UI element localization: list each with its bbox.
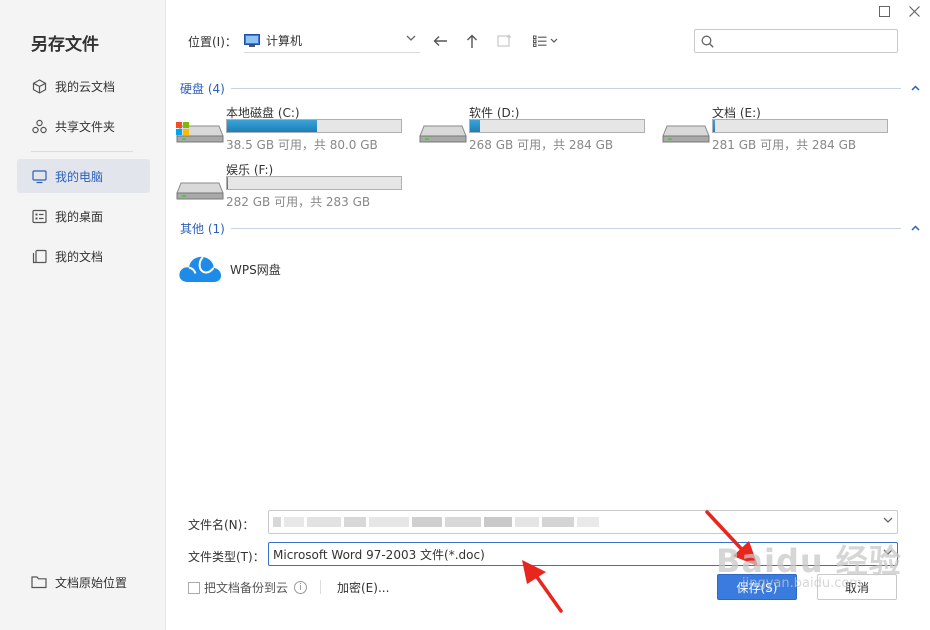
maximize-icon [878,5,890,17]
group-header-other[interactable]: 其他 (1) [180,220,921,236]
drive-usage-fill [713,120,715,132]
chevron-down-icon [406,34,416,45]
chevron-down-icon [550,38,557,43]
hard-drive-icon [419,125,467,143]
filetype-value: Microsoft Word 97-2003 文件(*.doc) [273,547,485,562]
original-location-label: 文档原始位置 [55,576,128,590]
back-button[interactable] [430,31,450,51]
drive-item[interactable]: 本地磁盘 (C:) 38.5 GB 可用，共 80.0 GB [176,104,416,154]
documents-icon [31,248,47,264]
sidebar-item-label: 我的文档 [55,249,104,264]
group-divider [230,227,901,229]
drive-item[interactable]: 娱乐 (F:) 282 GB 可用，共 283 GB [176,161,416,211]
cloud-doc-icon [31,78,47,94]
sidebar-item-label: 我的云文档 [55,79,116,94]
wps-cloud-icon [179,256,222,282]
baidu-watermark: Baidu 经验 jingyan.baidu.com [716,542,902,591]
sidebar-item-shared-folder[interactable]: 共享文件夹 [17,109,150,143]
drive-item[interactable]: 文档 (E:) 281 GB 可用，共 284 GB [662,104,902,154]
desktop-icon [31,208,47,224]
location-dropdown[interactable]: 计算机 [244,29,420,53]
view-mode-button[interactable] [530,31,560,51]
search-icon [701,35,714,48]
backup-to-cloud-option[interactable]: 把文档备份到云 i [188,579,308,596]
share-folder-icon [31,118,47,134]
wps-cloud-label: WPS网盘 [230,262,281,277]
close-button[interactable] [904,2,924,20]
group-label: 硬盘 (4) [180,81,225,96]
maximize-button[interactable] [874,2,894,20]
hard-drive-icon [176,182,224,200]
filetype-label: 文件类型(T)： [188,550,265,564]
search-box[interactable] [694,29,898,53]
new-folder-icon [496,34,511,47]
drive-item[interactable]: 软件 (D:) 268 GB 可用，共 284 GB [419,104,659,154]
sidebar-item-label: 我的桌面 [55,209,104,224]
original-location-link[interactable]: 文档原始位置 [31,574,127,591]
filename-field[interactable] [268,510,898,534]
dialog-title: 另存文件 [31,35,99,55]
drive-usage-bar [226,176,402,190]
sidebar-item-my-computer[interactable]: 我的电脑 [17,159,150,193]
hard-drive-icon [662,125,710,143]
sidebar-item-label: 共享文件夹 [55,119,116,134]
drive-usage-bar [712,119,888,133]
arrow-up-icon [467,34,477,48]
chevron-up-icon[interactable] [909,223,921,234]
drive-free-space: 281 GB 可用，共 284 GB [712,138,857,152]
folder-icon [31,575,47,591]
drive-free-space: 268 GB 可用，共 284 GB [469,138,614,152]
encrypt-link[interactable]: 加密(E)... [337,579,389,596]
hard-drive-icon [176,122,224,143]
close-icon [908,5,920,17]
sidebar-divider [31,151,133,152]
arrow-left-icon [433,36,447,46]
filename-label: 文件名(N)： [188,518,255,532]
filename-value-redacted [273,517,602,527]
chevron-down-icon[interactable] [883,516,893,527]
group-header-hard-disks[interactable]: 硬盘 (4) [180,80,921,96]
search-input[interactable] [718,31,888,51]
backup-label: 把文档备份到云 [204,581,289,595]
info-icon[interactable]: i [294,581,308,594]
divider [320,580,321,594]
drive-usage-fill [227,177,229,189]
drive-free-space: 282 GB 可用，共 283 GB [226,195,371,209]
red-arrow-annotation [522,560,563,613]
sidebar-item-cloud-docs[interactable]: 我的云文档 [17,69,150,103]
sidebar-item-my-documents[interactable]: 我的文档 [17,239,150,273]
drive-usage-bar [469,119,645,133]
sidebar-item-label: 我的电脑 [55,169,104,184]
wps-cloud-drive-item[interactable]: WPS网盘 [178,254,281,284]
sidebar-item-my-desktop[interactable]: 我的桌面 [17,199,150,233]
drive-usage-bar [226,119,402,133]
computer-icon [244,33,260,47]
chevron-up-icon[interactable] [909,83,921,94]
sidebar: 另存文件 我的云文档 共享文件夹 我的电脑 我的桌面 我的文档 文档原始位置 [0,0,166,630]
drive-free-space: 38.5 GB 可用，共 80.0 GB [226,138,378,152]
group-divider [230,87,901,89]
list-view-icon [532,35,546,47]
drive-usage-fill [227,120,318,132]
drive-usage-fill [470,120,480,132]
computer-icon [31,168,47,184]
group-label: 其他 (1) [180,221,225,236]
up-button[interactable] [462,31,482,51]
location-label: 位置(I)： [188,35,237,49]
location-value: 计算机 [266,34,303,48]
backup-checkbox[interactable] [188,581,200,594]
new-folder-button[interactable] [494,31,514,51]
